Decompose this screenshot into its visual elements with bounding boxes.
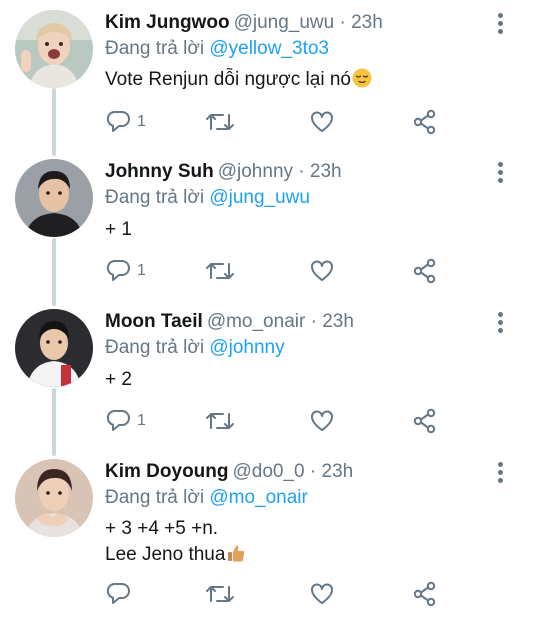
avatar[interactable] xyxy=(15,159,93,237)
relieved-face-emoji-icon xyxy=(352,68,372,88)
user-handle[interactable]: @do0_0 · 23h xyxy=(233,461,354,482)
reply-count: 1 xyxy=(137,262,146,279)
avatar[interactable] xyxy=(15,309,93,387)
display-name[interactable]: Moon Taeil xyxy=(105,311,203,332)
share-button[interactable] xyxy=(412,107,438,137)
share-icon xyxy=(413,408,436,434)
reply-button[interactable] xyxy=(105,579,137,609)
share-button[interactable] xyxy=(412,579,438,609)
tweet-actions: 1 xyxy=(105,107,445,137)
tweet[interactable]: Kim Doyoung @do0_0 · 23h Đang trả lời @mo… xyxy=(0,459,540,614)
reply-button[interactable]: 1 xyxy=(105,107,146,137)
tweet-header: Kim Doyoung @do0_0 · 23h xyxy=(105,459,353,485)
retweet-button[interactable] xyxy=(205,579,235,609)
tweet-text: + 3 +4 +5 +n. Lee Jeno thua xyxy=(105,516,246,568)
retweet-button[interactable] xyxy=(205,406,235,436)
reply-context: Đang trả lời @yellow_3to3 xyxy=(105,37,329,61)
share-button[interactable] xyxy=(412,256,438,286)
tweet-text: Vote Renjun dỗi ngược lại nó xyxy=(105,67,372,93)
reply-icon xyxy=(106,260,130,281)
avatar[interactable] xyxy=(15,10,93,88)
timestamp[interactable]: 23h xyxy=(322,461,354,482)
tweet-text-line: Vote Renjun dỗi ngược lại nó xyxy=(105,69,351,90)
retweet-icon xyxy=(206,114,234,130)
user-handle[interactable]: @johnny · 23h xyxy=(218,161,342,182)
like-icon xyxy=(311,583,333,604)
display-name[interactable]: Kim Doyoung xyxy=(105,461,229,482)
like-button[interactable] xyxy=(309,406,335,436)
like-button[interactable] xyxy=(309,107,335,137)
reply-button[interactable]: 1 xyxy=(105,406,146,436)
reply-icon xyxy=(106,410,130,431)
tweet-text-line: Lee Jeno thua xyxy=(105,542,246,568)
retweet-icon xyxy=(206,263,234,279)
tweet-text-line: + 1 xyxy=(105,219,132,240)
tweet-header: Moon Taeil @mo_onair · 23h xyxy=(105,309,354,335)
tweet[interactable]: Moon Taeil @mo_onair · 23h Đang trả lời @… xyxy=(0,309,540,459)
display-name[interactable]: Johnny Suh xyxy=(105,161,214,182)
timestamp[interactable]: 23h xyxy=(322,311,354,332)
reply-prefix: Đang trả lời xyxy=(105,487,205,508)
tweet[interactable]: Johnny Suh @johnny · 23h Đang trả lời @ju… xyxy=(0,159,540,309)
retweet-button[interactable] xyxy=(205,107,235,137)
reply-icon xyxy=(106,111,130,132)
reply-count: 1 xyxy=(137,113,146,130)
tweet-actions xyxy=(105,579,445,609)
like-icon xyxy=(311,260,333,281)
more-options-icon[interactable] xyxy=(490,159,510,185)
tweet-actions: 1 xyxy=(105,406,445,436)
reply-prefix: Đang trả lời xyxy=(105,38,205,59)
reply-context: Đang trả lời @johnny xyxy=(105,336,285,360)
tweet-text-line: + 2 xyxy=(105,369,132,390)
reply-mention-link[interactable]: @jung_uwu xyxy=(209,187,310,208)
user-handle[interactable]: @jung_uwu · 23h xyxy=(234,12,383,33)
reply-context: Đang trả lời @mo_onair xyxy=(105,486,308,510)
more-options-icon[interactable] xyxy=(490,10,510,36)
avatar[interactable] xyxy=(15,459,93,537)
tweet-text-line: + 3 +4 +5 +n. xyxy=(105,518,219,539)
reply-prefix: Đang trả lời xyxy=(105,187,205,208)
thumbs-up-emoji-icon xyxy=(228,545,245,562)
like-button[interactable] xyxy=(309,256,335,286)
user-handle[interactable]: @mo_onair · 23h xyxy=(207,311,354,332)
share-icon xyxy=(413,109,436,135)
reply-icon xyxy=(106,583,130,604)
tweet-actions: 1 xyxy=(105,256,445,286)
like-icon xyxy=(311,111,333,132)
retweet-icon xyxy=(206,413,234,429)
tweet-header: Kim Jungwoo @jung_uwu · 23h xyxy=(105,10,383,36)
tweet-text: + 1 xyxy=(105,217,132,243)
reply-context: Đang trả lời @jung_uwu xyxy=(105,186,310,210)
share-button[interactable] xyxy=(412,406,438,436)
retweet-icon xyxy=(206,586,234,602)
share-icon xyxy=(413,258,436,284)
reply-prefix: Đang trả lời xyxy=(105,337,205,358)
reply-count: 1 xyxy=(137,412,146,429)
like-icon xyxy=(311,410,333,431)
tweet-header: Johnny Suh @johnny · 23h xyxy=(105,159,342,185)
reply-button[interactable]: 1 xyxy=(105,256,146,286)
display-name[interactable]: Kim Jungwoo xyxy=(105,12,230,33)
more-options-icon[interactable] xyxy=(490,309,510,335)
timestamp[interactable]: 23h xyxy=(351,12,383,33)
reply-mention-link[interactable]: @yellow_3to3 xyxy=(209,38,329,59)
timestamp[interactable]: 23h xyxy=(310,161,342,182)
tweet-text: + 2 xyxy=(105,367,132,393)
like-button[interactable] xyxy=(309,579,335,609)
reply-mention-link[interactable]: @johnny xyxy=(209,337,284,358)
share-icon xyxy=(413,581,436,607)
reply-mention-link[interactable]: @mo_onair xyxy=(209,487,308,508)
retweet-button[interactable] xyxy=(205,256,235,286)
tweet[interactable]: Kim Jungwoo @jung_uwu · 23h Đang trả lời … xyxy=(0,10,540,160)
more-options-icon[interactable] xyxy=(490,459,510,485)
